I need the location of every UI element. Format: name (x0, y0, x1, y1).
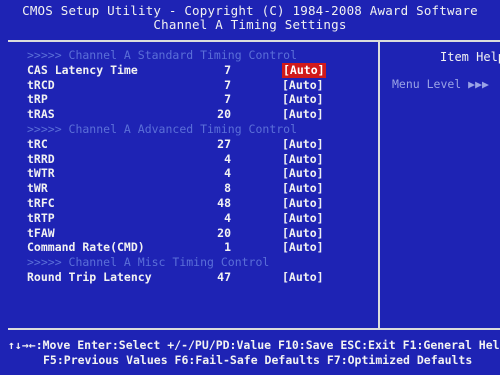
section-label: >>>>> Channel A Misc Timing Control (27, 255, 270, 270)
setting-row-trrd[interactable]: tRRD 4 [Auto] (24, 152, 369, 167)
setting-label: tWR (27, 181, 48, 196)
setting-row-trcd[interactable]: tRCD 7 [Auto] (24, 78, 369, 93)
setting-value: 8 (224, 181, 231, 196)
setting-option[interactable]: [Auto] (282, 240, 324, 255)
key-legend-line-1: ↑↓→←:Move Enter:Select +/-/PU/PD:Value F… (8, 338, 500, 352)
setting-row-tras[interactable]: tRAS 20 [Auto] (24, 107, 369, 122)
setting-value: 20 (217, 225, 231, 240)
setting-label: tRTP (27, 210, 55, 225)
setting-option-selected[interactable]: [Auto] (282, 62, 326, 78)
setting-label: Round Trip Latency (27, 269, 152, 284)
setting-option[interactable]: [Auto] (282, 92, 324, 107)
key-legend-line-2: F5:Previous Values F6:Fail-Safe Defaults… (43, 352, 473, 367)
setting-value: 4 (224, 210, 231, 225)
setting-value: 20 (217, 107, 231, 122)
setting-value: 7 (224, 77, 231, 92)
divider-bottom (8, 328, 500, 330)
setting-row-twr[interactable]: tWR 8 [Auto] (24, 181, 369, 196)
setting-option[interactable]: [Auto] (282, 137, 324, 152)
setting-row-trtp[interactable]: tRTP 4 [Auto] (24, 211, 369, 226)
setting-label: tRP (27, 92, 48, 107)
setting-label: Command Rate(CMD) (27, 240, 145, 255)
setting-option[interactable]: [Auto] (282, 196, 324, 211)
bios-header: CMOS Setup Utility - Copyright (C) 1984-… (0, 0, 500, 40)
setting-label: tRCD (27, 77, 55, 92)
setting-option[interactable]: [Auto] (282, 107, 324, 122)
setting-option[interactable]: [Auto] (282, 181, 324, 196)
setting-label: tRC (27, 136, 48, 151)
setting-option[interactable]: [Auto] (282, 211, 324, 226)
setting-label: tRRD (27, 151, 55, 166)
setting-label: tRAS (27, 107, 55, 122)
setting-value: 48 (217, 195, 231, 210)
setting-option[interactable]: [Auto] (282, 226, 324, 241)
setting-row-command-rate[interactable]: Command Rate(CMD) 1 [Auto] (24, 240, 369, 255)
setting-option[interactable]: [Auto] (282, 270, 324, 285)
setting-row-trp[interactable]: tRP 7 [Auto] (24, 92, 369, 107)
setting-label: tFAW (27, 225, 55, 240)
setting-option[interactable]: [Auto] (282, 78, 324, 93)
menu-level: Menu Level ▶▶▶ (392, 77, 489, 91)
setting-value: 1 (224, 240, 231, 255)
setting-value: 4 (224, 166, 231, 181)
section-label: >>>>> Channel A Advanced Timing Control (27, 121, 298, 136)
section-header-misc: >>>>> Channel A Misc Timing Control (24, 255, 369, 270)
key-legend: ↑↓→←:Move Enter:Select +/-/PU/PD:Value F… (0, 338, 500, 367)
divider-top (8, 40, 500, 42)
setting-row-twtr[interactable]: tWTR 4 [Auto] (24, 166, 369, 181)
settings-panel: >>>>> Channel A Standard Timing Control … (24, 48, 369, 285)
setting-value: 27 (217, 136, 231, 151)
setting-value: 7 (224, 62, 231, 77)
section-header-standard: >>>>> Channel A Standard Timing Control (24, 48, 369, 63)
setting-value: 4 (224, 151, 231, 166)
setting-option[interactable]: [Auto] (282, 166, 324, 181)
page-title: Channel A Timing Settings (153, 17, 347, 32)
setting-row-cas-latency[interactable]: CAS Latency Time 7 [Auto] (24, 62, 369, 78)
section-header-advanced: >>>>> Channel A Advanced Timing Control (24, 122, 369, 137)
setting-value: 47 (217, 269, 231, 284)
app-title: CMOS Setup Utility - Copyright (C) 1984-… (22, 3, 478, 18)
setting-option[interactable]: [Auto] (282, 152, 324, 167)
setting-row-trfc[interactable]: tRFC 48 [Auto] (24, 196, 369, 211)
setting-label: tRFC (27, 195, 55, 210)
setting-row-trc[interactable]: tRC 27 [Auto] (24, 137, 369, 152)
setting-label: tWTR (27, 166, 55, 181)
divider-vertical (378, 40, 380, 329)
setting-row-round-trip-latency[interactable]: Round Trip Latency 47 [Auto] (24, 270, 369, 285)
setting-label: CAS Latency Time (27, 62, 138, 77)
item-help-title: Item Help (440, 50, 500, 64)
setting-value: 7 (224, 92, 231, 107)
setting-row-tfaw[interactable]: tFAW 20 [Auto] (24, 226, 369, 241)
section-label: >>>>> Channel A Standard Timing Control (27, 48, 298, 62)
